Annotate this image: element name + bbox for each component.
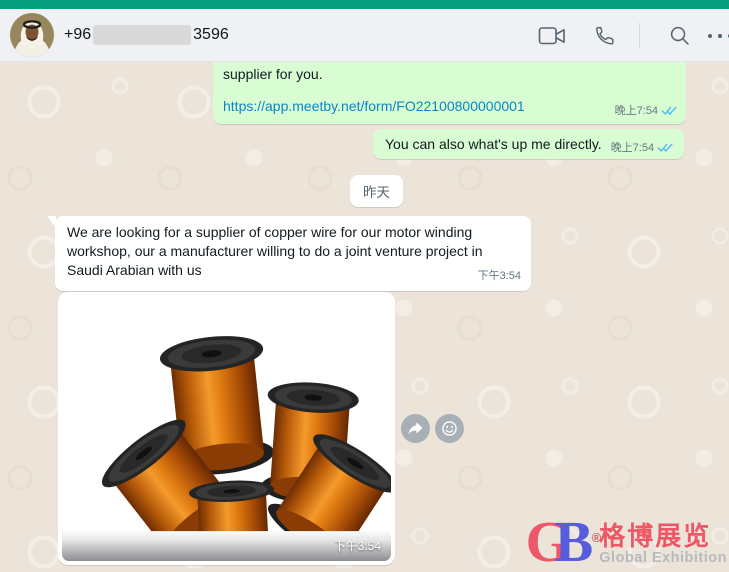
- message-text: You can also what's up me directly.: [385, 136, 602, 152]
- contact-phone-suffix: 3596: [193, 26, 229, 44]
- message-incoming-text[interactable]: We are looking for a supplier of copper …: [55, 216, 531, 291]
- contact-title[interactable]: +96 3596: [64, 25, 229, 45]
- search-icon: [668, 24, 691, 47]
- avatar-photo: [10, 13, 54, 57]
- read-receipt-icon: [661, 105, 678, 116]
- message-outgoing-link[interactable]: supplier for you. https://app.meetby.net…: [213, 62, 686, 124]
- message-outgoing-direct[interactable]: You can also what's up me directly. 晚上7:…: [373, 129, 684, 159]
- forward-button[interactable]: [401, 414, 430, 443]
- message-timestamp: 下午3:54: [478, 267, 521, 286]
- message-quick-actions: [401, 414, 464, 443]
- smiley-emoji-icon: [440, 419, 459, 438]
- message-link[interactable]: https://app.meetby.net/form/FO2210080000…: [223, 98, 676, 114]
- phone-redaction-blur: [93, 25, 191, 45]
- message-incoming-image[interactable]: 下午3:54: [58, 292, 395, 565]
- forward-arrow-icon: [407, 421, 424, 436]
- message-timestamp: 下午3:54: [334, 537, 381, 554]
- chat-header: +96 3596: [0, 9, 729, 62]
- read-receipt-icon: [657, 142, 674, 153]
- message-text: supplier for you.: [223, 66, 676, 82]
- video-camera-icon: [538, 25, 566, 47]
- copper-wire-spools-photo[interactable]: 下午3:54: [62, 296, 391, 561]
- header-divider: [639, 23, 640, 48]
- chat-message-area: supplier for you. https://app.meetby.net…: [0, 62, 729, 572]
- search-button[interactable]: [668, 9, 691, 62]
- phone-icon: [593, 24, 616, 47]
- message-text: We are looking for a supplier of copper …: [67, 224, 483, 278]
- message-timestamp: 晚上7:54: [611, 139, 654, 155]
- window-title-strip: [0, 0, 729, 9]
- message-timestamp: 晚上7:54: [615, 102, 658, 118]
- contact-phone-prefix: +96: [64, 26, 91, 44]
- voice-call-button[interactable]: [593, 9, 616, 62]
- copper-wire-spools-illustration: [62, 296, 391, 561]
- video-call-button[interactable]: [538, 9, 566, 62]
- menu-dots-icon: [706, 32, 729, 40]
- whatsapp-chat-window: +96 3596: [0, 0, 729, 572]
- menu-button[interactable]: [706, 9, 729, 62]
- emoji-react-button[interactable]: [435, 414, 464, 443]
- date-separator: 昨天: [350, 175, 403, 207]
- contact-avatar[interactable]: [10, 13, 54, 57]
